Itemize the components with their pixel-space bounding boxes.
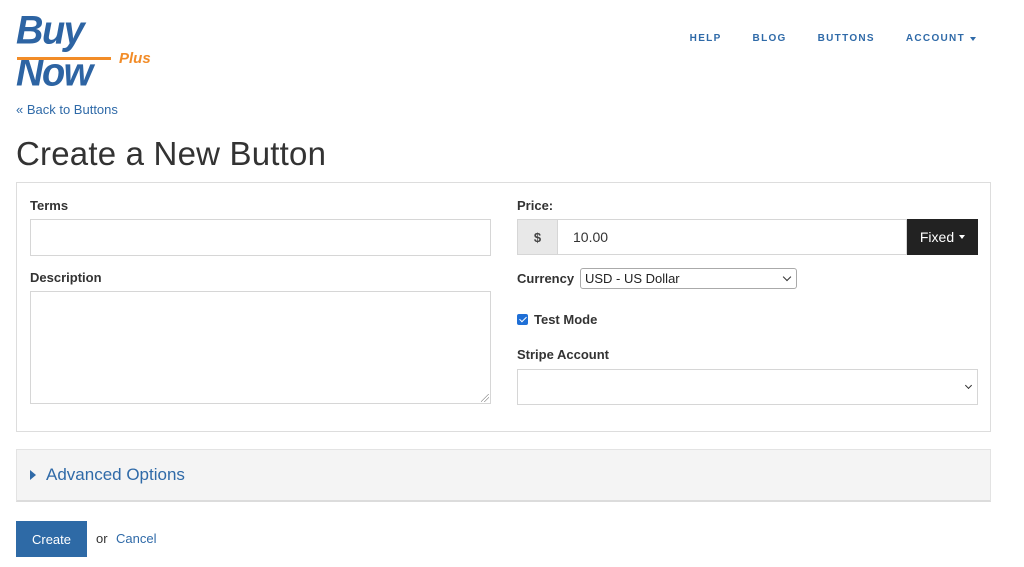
caret-right-icon [30, 470, 36, 480]
nav-account-label: ACCOUNT [905, 33, 965, 44]
caret-down-icon [959, 235, 966, 239]
chevron-down-icon [964, 381, 973, 390]
nav-help[interactable]: HELP [690, 33, 722, 44]
resize-grip-icon[interactable] [481, 394, 489, 402]
cancel-link[interactable]: Cancel [116, 531, 156, 546]
currency-label: Currency [517, 271, 575, 286]
terms-label: Terms [30, 198, 69, 213]
nav-buttons[interactable]: BUTTONS [818, 33, 875, 44]
or-text: or [96, 531, 108, 546]
create-button[interactable]: Create [16, 521, 87, 557]
test-mode-checkbox[interactable] [517, 314, 528, 325]
stripe-account-select[interactable] [517, 369, 978, 405]
test-mode-label[interactable]: Test Mode [534, 312, 597, 327]
description-label: Description [30, 270, 102, 285]
nav-blog-label: BLOG [752, 33, 787, 44]
currency-selected-value: USD - US Dollar [585, 271, 680, 286]
button-form-panel: Terms Description Price: $ 10.00 Fixed C… [16, 182, 991, 432]
back-to-buttons-link[interactable]: « Back to Buttons [16, 102, 118, 117]
price-input-group: $ 10.00 Fixed [517, 219, 978, 255]
price-type-label: Fixed [919, 229, 955, 245]
caret-down-icon [970, 36, 976, 41]
nav-buttons-label: BUTTONS [817, 33, 875, 44]
nav-blog[interactable]: BLOG [753, 33, 787, 44]
brand-logo[interactable]: Buy Now Plus [16, 10, 166, 94]
nav-help-label: HELP [689, 33, 722, 44]
page-title: Create a New Button [16, 135, 327, 172]
chevron-down-icon [782, 272, 792, 282]
price-input[interactable]: 10.00 [557, 219, 907, 255]
description-textarea[interactable] [30, 291, 491, 404]
terms-input[interactable] [30, 219, 491, 256]
currency-symbol-addon: $ [517, 219, 557, 255]
logo-sub-text: Plus [119, 50, 151, 67]
nav-account[interactable]: ACCOUNT [906, 33, 976, 44]
price-type-dropdown-button[interactable]: Fixed [907, 219, 978, 255]
top-nav: HELP BLOG BUTTONS ACCOUNT [659, 33, 976, 44]
price-label: Price: [517, 198, 554, 213]
stripe-account-label: Stripe Account [517, 347, 609, 362]
currency-select[interactable]: USD - US Dollar [580, 268, 797, 289]
logo-underline [17, 57, 111, 60]
advanced-options-label: Advanced Options [46, 465, 185, 484]
advanced-options-toggle[interactable]: Advanced Options [16, 449, 991, 502]
